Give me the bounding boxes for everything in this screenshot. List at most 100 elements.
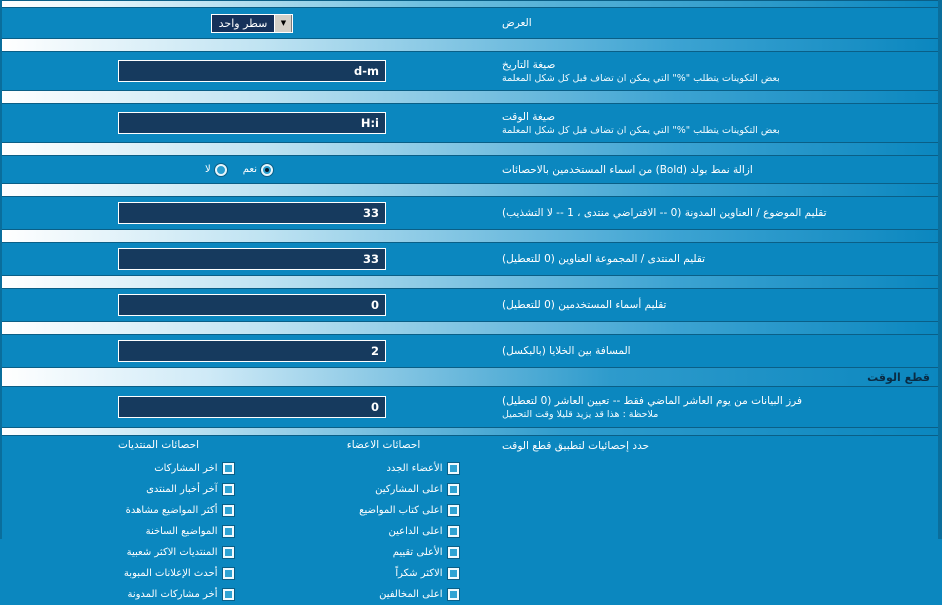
cell-spacing-control	[8, 340, 496, 362]
trim-forum-titles-row: تقليم المنتدى / المجموعة العناوين (0 للت…	[2, 243, 938, 275]
separator-8	[2, 427, 938, 436]
remove-bold-label: ازالة نمط بولد (Bold) من اسماء المستخدمي…	[502, 163, 753, 176]
list-item[interactable]: اعلى المشاركين	[309, 479, 460, 500]
date-format-label: صيغة التاريخ بعض التكوينات يتطلب "%" الت…	[496, 58, 932, 85]
display-mode-select-value: سطر واحد	[218, 16, 268, 30]
time-format-label: صيغة الوقت بعض التكوينات يتطلب "%" التي …	[496, 110, 932, 137]
date-format-hint: بعض التكوينات يتطلب "%" التي يمكن ان تضا…	[502, 72, 780, 84]
checkbox-label: الاكثر شكراً	[395, 567, 443, 579]
checkbox-label: الأعضاء الجدد	[386, 462, 443, 474]
cutoff-days-input[interactable]	[118, 396, 386, 418]
checkbox-icon[interactable]	[221, 483, 235, 496]
time-format-hint: بعض التكوينات يتطلب "%" التي يمكن ان تضا…	[502, 124, 780, 136]
time-cutoff-section-header: قطع الوقت	[2, 367, 938, 387]
list-item[interactable]: الأعضاء الجدد	[309, 458, 460, 479]
remove-bold-control: نعم لا	[8, 163, 496, 176]
trim-thread-titles-input[interactable]	[118, 202, 386, 224]
cutoff-days-note: ملاحظة : هذا قد يزيد قليلا وقت التحميل	[502, 408, 659, 420]
checkbox-label: آخر أخبار المنتدى	[146, 483, 218, 495]
trim-usernames-row: تقليم أسماء المستخدمين (0 للتعطيل)	[2, 289, 938, 321]
separator-6	[2, 275, 938, 289]
checkbox-icon[interactable]	[221, 546, 235, 559]
list-item[interactable]: أحدث الإعلانات المبوبة	[84, 563, 235, 584]
chevron-down-icon[interactable]: ▼	[274, 14, 293, 32]
cell-spacing-label: المسافة بين الخلايا (بالبكسل)	[502, 345, 631, 357]
checkbox-icon[interactable]	[221, 525, 235, 538]
checkbox-icon[interactable]	[446, 525, 460, 538]
remove-bold-option-yes-label: نعم	[242, 164, 257, 175]
checkbox-label: اعلى المخالفين	[379, 588, 443, 600]
radio-selected-icon[interactable]	[260, 163, 273, 176]
stats-column-members: احصائات الاعضاء الأعضاء الجدد اعلى المشا…	[271, 438, 496, 605]
checkbox-icon[interactable]	[446, 546, 460, 559]
cutoff-days-row: فرز البيانات من يوم العاشر الماضي فقط --…	[2, 387, 938, 427]
separator-7	[2, 321, 938, 335]
checkbox-icon[interactable]	[221, 462, 235, 475]
cell-spacing-input[interactable]	[118, 340, 386, 362]
trim-forum-titles-control	[8, 248, 496, 270]
display-row-control: ▼ سطر واحد	[8, 13, 496, 33]
checkbox-icon[interactable]	[446, 588, 460, 601]
separator-5	[2, 229, 938, 243]
date-format-row: صيغة التاريخ بعض التكوينات يتطلب "%" الت…	[2, 52, 938, 90]
trim-forum-titles-input[interactable]	[118, 248, 386, 270]
trim-usernames-control	[8, 294, 496, 316]
list-item[interactable]: آخر أخبار المنتدى	[84, 479, 235, 500]
list-item[interactable]: الأعلى تقييم	[309, 542, 460, 563]
checkbox-label: المواضيع الساخنة	[145, 525, 218, 537]
list-item[interactable]: المنتديات الاكثر شعبية	[84, 542, 235, 563]
separator-3	[2, 142, 938, 156]
separator-4	[2, 183, 938, 197]
checkbox-icon[interactable]	[221, 588, 235, 601]
checkbox-icon[interactable]	[221, 567, 235, 580]
display-row: العرض ▼ سطر واحد	[2, 8, 938, 38]
remove-bold-row: ازالة نمط بولد (Bold) من اسماء المستخدمي…	[2, 156, 938, 183]
time-cutoff-section-title: قطع الوقت	[867, 370, 930, 384]
cutoff-stats-label: حدد إحصائيات لتطبيق قطع الوقت	[502, 440, 650, 452]
display-mode-select[interactable]: ▼ سطر واحد	[210, 13, 294, 33]
checkbox-label: أكثر المواضيع مشاهدة	[125, 504, 218, 516]
display-row-label: العرض	[502, 17, 532, 29]
time-format-input[interactable]	[118, 112, 386, 134]
cutoff-days-label: فرز البيانات من يوم العاشر الماضي فقط --…	[496, 394, 932, 421]
separator-1	[2, 38, 938, 52]
list-item[interactable]: اعلى المخالفين	[309, 584, 460, 605]
cutoff-stats-columns: احصائات الاعضاء الأعضاء الجدد اعلى المشا…	[8, 438, 496, 605]
stats-column-forums-header: احصائات المنتديات	[117, 439, 200, 451]
checkbox-label: اعلى المشاركين	[375, 483, 443, 495]
checkbox-icon[interactable]	[446, 483, 460, 496]
list-item[interactable]: أخر مشاركات المدونة	[84, 584, 235, 605]
checkbox-icon[interactable]	[446, 462, 460, 475]
trim-thread-titles-label: تقليم الموضوع / العناوين المدونة (0 -- ا…	[502, 207, 827, 219]
list-item[interactable]: اخر المشاركات	[84, 458, 235, 479]
remove-bold-radio-group: نعم لا	[205, 163, 299, 176]
checkbox-icon[interactable]	[221, 504, 235, 517]
stats-column-members-header: احصائات الاعضاء	[346, 439, 421, 451]
remove-bold-option-yes[interactable]: نعم	[242, 163, 273, 176]
remove-bold-option-no[interactable]: لا	[205, 163, 227, 176]
time-format-label-text: صيغة الوقت	[502, 110, 555, 123]
cutoff-stats-block: حدد إحصائيات لتطبيق قطع الوقت احصائات ال…	[2, 436, 938, 605]
checkbox-label: اعلى كتاب المواضيع	[359, 504, 443, 516]
list-item[interactable]: اعلى كتاب المواضيع	[309, 500, 460, 521]
trim-forum-titles-label: تقليم المنتدى / المجموعة العناوين (0 للت…	[502, 253, 706, 265]
separator-2	[2, 90, 938, 104]
checkbox-label: اعلى الداعين	[388, 525, 443, 537]
checkbox-icon[interactable]	[446, 504, 460, 517]
trim-usernames-input[interactable]	[118, 294, 386, 316]
time-format-row: صيغة الوقت بعض التكوينات يتطلب "%" التي …	[2, 104, 938, 142]
trim-usernames-label: تقليم أسماء المستخدمين (0 للتعطيل)	[502, 299, 667, 311]
settings-page: العرض ▼ سطر واحد صيغة التاريخ بعض التكوي…	[0, 0, 942, 601]
list-item[interactable]: أكثر المواضيع مشاهدة	[84, 500, 235, 521]
trim-thread-titles-row: تقليم الموضوع / العناوين المدونة (0 -- ا…	[2, 197, 938, 229]
radio-unselected-icon[interactable]	[214, 163, 227, 176]
list-item[interactable]: الاكثر شكراً	[309, 563, 460, 584]
date-format-input[interactable]	[118, 60, 386, 82]
checkbox-label: الأعلى تقييم	[392, 546, 443, 558]
stats-column-forums: احصائات المنتديات اخر المشاركات آخر أخبا…	[46, 438, 271, 605]
top-separator	[2, 0, 938, 8]
checkbox-icon[interactable]	[446, 567, 460, 580]
date-format-label-text: صيغة التاريخ	[502, 58, 556, 71]
date-format-control	[8, 60, 496, 82]
cutoff-days-control	[8, 396, 496, 418]
